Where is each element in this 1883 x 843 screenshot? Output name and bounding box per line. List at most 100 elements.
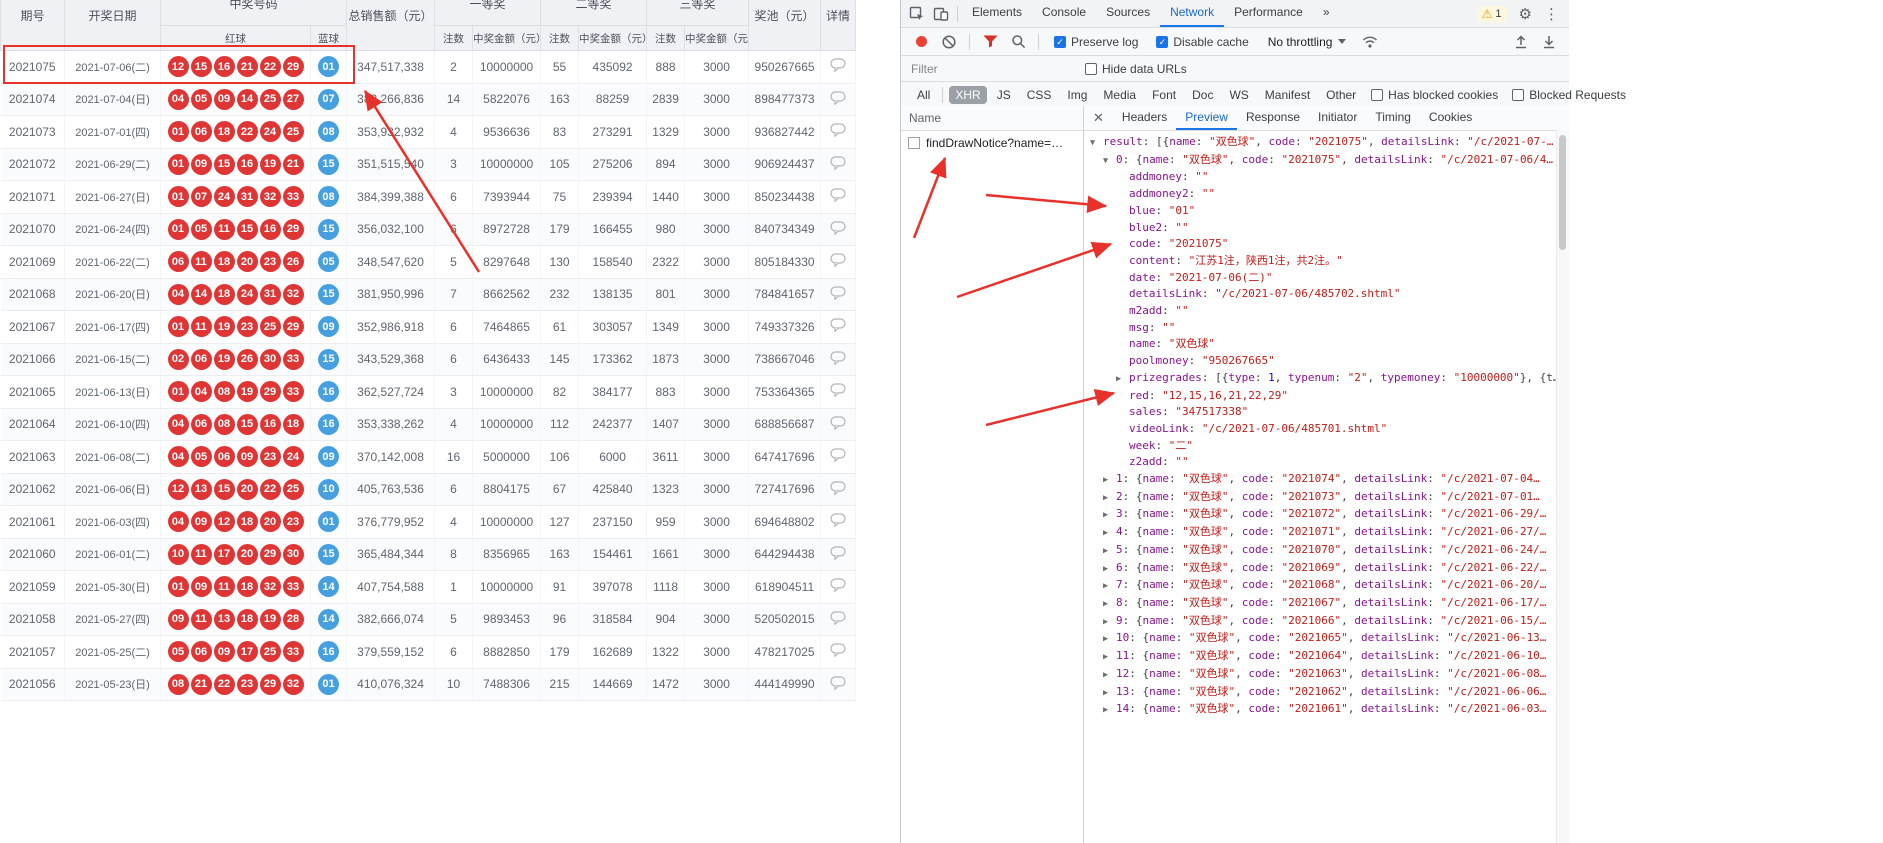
json-tree-line[interactable]: ▶ 8: {name: "双色球", code: "2021067", detai… <box>1084 595 1557 613</box>
triangle-collapsed-icon[interactable]: ▶ <box>1103 667 1116 684</box>
triangle-collapsed-icon[interactable]: ▶ <box>1103 702 1116 719</box>
detail-bubble-icon[interactable] <box>829 481 847 496</box>
type-pill-manifest[interactable]: Manifest <box>1259 86 1316 104</box>
type-pill-other[interactable]: Other <box>1320 86 1362 104</box>
detail-tab-cookies[interactable]: Cookies <box>1420 106 1481 130</box>
detail-bubble-icon[interactable] <box>829 221 847 236</box>
triangle-collapsed-icon[interactable]: ▶ <box>1103 685 1116 702</box>
triangle-collapsed-icon[interactable]: ▶ <box>1103 578 1116 595</box>
json-tree-line[interactable]: ▶ 13: {name: "双色球", code: "2021062", deta… <box>1084 684 1557 702</box>
json-tree-line[interactable]: addmoney2: "" <box>1084 186 1557 203</box>
json-tree-line[interactable]: msg: "" <box>1084 320 1557 337</box>
filter-input[interactable] <box>909 60 1078 77</box>
json-tree-line[interactable]: blue: "01" <box>1084 203 1557 220</box>
detail-bubble-icon[interactable] <box>829 383 847 398</box>
type-pill-js[interactable]: JS <box>991 86 1017 104</box>
filter-funnel-icon[interactable] <box>978 31 1002 53</box>
detail-bubble-icon[interactable] <box>829 156 847 171</box>
type-pill-font[interactable]: Font <box>1146 86 1182 104</box>
json-tree-line[interactable]: videoLink: "/c/2021-07-06/485701.shtml" <box>1084 421 1557 438</box>
triangle-collapsed-icon[interactable]: ▶ <box>1103 490 1116 507</box>
search-icon[interactable] <box>1006 31 1030 53</box>
json-tree-line[interactable]: code: "2021075" <box>1084 236 1557 253</box>
json-tree-line[interactable]: ▶ 7: {name: "双色球", code: "2021068", detai… <box>1084 577 1557 595</box>
detail-bubble-icon[interactable] <box>829 513 847 528</box>
blocked-cookies-checkbox[interactable]: ✓ Has blocked cookies <box>1371 88 1498 102</box>
json-tree-line[interactable]: poolmoney: "950267665" <box>1084 353 1557 370</box>
detail-tab-preview[interactable]: Preview <box>1176 106 1237 130</box>
detail-bubble-icon[interactable] <box>829 546 847 561</box>
close-icon[interactable]: ✕ <box>1084 110 1113 126</box>
json-tree-line[interactable]: z2add: "" <box>1084 454 1557 471</box>
json-tree-line[interactable]: sales: "347517338" <box>1084 404 1557 421</box>
json-tree-line[interactable]: ▶ 3: {name: "双色球", code: "2021072", detai… <box>1084 506 1557 524</box>
throttling-select[interactable]: No throttling <box>1268 35 1347 49</box>
json-tree-line[interactable]: ▶ 1: {name: "双色球", code: "2021074", detai… <box>1084 471 1557 489</box>
detail-bubble-icon[interactable] <box>829 253 847 268</box>
blocked-requests-checkbox[interactable]: ✓ Blocked Requests <box>1512 88 1626 102</box>
json-tree-line[interactable]: addmoney: "" <box>1084 169 1557 186</box>
scrollbar-thumb[interactable] <box>1559 135 1566 250</box>
json-tree-line[interactable]: blue2: "" <box>1084 220 1557 237</box>
preserve-log-checkbox[interactable]: ✓ Preserve log <box>1054 35 1138 49</box>
tab-sources[interactable]: Sources <box>1096 0 1160 27</box>
detail-bubble-icon[interactable] <box>829 611 847 626</box>
json-tree-line[interactable]: ▼ 0: {name: "双色球", code: "2021075", detai… <box>1084 152 1557 170</box>
tab-elements[interactable]: Elements <box>962 0 1032 27</box>
json-tree-line[interactable]: ▶ 4: {name: "双色球", code: "2021071", detai… <box>1084 524 1557 542</box>
json-tree-line[interactable]: m2add: "" <box>1084 303 1557 320</box>
detail-bubble-icon[interactable] <box>829 286 847 301</box>
triangle-collapsed-icon[interactable]: ▶ <box>1116 371 1129 388</box>
json-tree-line[interactable]: ▶ 5: {name: "双色球", code: "2021070", detai… <box>1084 542 1557 560</box>
json-tree-line[interactable]: content: "江苏1注，陕西1注，共2注。" <box>1084 253 1557 270</box>
triangle-collapsed-icon[interactable]: ▶ <box>1103 631 1116 648</box>
detail-bubble-icon[interactable] <box>829 676 847 691</box>
settings-gear-icon[interactable]: ⚙ <box>1519 5 1532 23</box>
detail-bubble-icon[interactable] <box>829 578 847 593</box>
clear-network-log-button[interactable] <box>937 31 961 53</box>
export-har-icon[interactable] <box>1537 31 1561 53</box>
disable-cache-checkbox[interactable]: ✓ Disable cache <box>1156 35 1249 49</box>
type-pill-all[interactable]: All <box>911 86 936 104</box>
triangle-collapsed-icon[interactable]: ▶ <box>1103 507 1116 524</box>
issues-warning-badge[interactable]: ⚠ 1 <box>1476 5 1507 22</box>
record-network-log-button[interactable] <box>909 31 933 53</box>
name-column-header[interactable]: Name <box>901 106 1083 131</box>
detail-bubble-icon[interactable] <box>829 123 847 138</box>
type-pill-css[interactable]: CSS <box>1021 86 1058 104</box>
json-tree-line[interactable]: week: "二" <box>1084 438 1557 455</box>
import-har-icon[interactable] <box>1509 31 1533 53</box>
type-pill-ws[interactable]: WS <box>1223 86 1254 104</box>
detail-tab-response[interactable]: Response <box>1237 106 1309 130</box>
detail-tab-headers[interactable]: Headers <box>1113 106 1176 130</box>
triangle-expanded-icon[interactable]: ▼ <box>1103 153 1116 170</box>
detail-bubble-icon[interactable] <box>829 188 847 203</box>
detail-tab-initiator[interactable]: Initiator <box>1309 106 1366 130</box>
json-tree-line[interactable]: ▶ 11: {name: "双色球", code: "2021064", deta… <box>1084 648 1557 666</box>
json-tree-line[interactable]: ▶ 10: {name: "双色球", code: "2021065", deta… <box>1084 630 1557 648</box>
json-tree-line[interactable]: ▶ prizegrades: [{type: 1, typenum: "2", t… <box>1084 370 1557 388</box>
tab-console[interactable]: Console <box>1032 0 1096 27</box>
json-tree-line[interactable]: detailsLink: "/c/2021-07-06/485702.shtml… <box>1084 286 1557 303</box>
json-tree-line[interactable]: name: "双色球" <box>1084 336 1557 353</box>
detail-bubble-icon[interactable] <box>829 448 847 463</box>
triangle-collapsed-icon[interactable]: ▶ <box>1103 561 1116 578</box>
hide-data-urls-checkbox[interactable]: ✓ Hide data URLs <box>1085 62 1187 76</box>
type-pill-xhr[interactable]: XHR <box>949 86 987 104</box>
json-tree-line[interactable]: ▶ 12: {name: "双色球", code: "2021063", deta… <box>1084 666 1557 684</box>
triangle-collapsed-icon[interactable]: ▶ <box>1103 596 1116 613</box>
inspect-element-icon[interactable] <box>905 3 929 25</box>
detail-bubble-icon[interactable] <box>829 91 847 106</box>
triangle-collapsed-icon[interactable]: ▶ <box>1103 472 1116 489</box>
type-pill-media[interactable]: Media <box>1097 86 1142 104</box>
triangle-collapsed-icon[interactable]: ▶ <box>1103 614 1116 631</box>
detail-bubble-icon[interactable] <box>829 643 847 658</box>
device-toolbar-icon[interactable] <box>929 3 953 25</box>
json-tree-line[interactable]: red: "12,15,16,21,22,29" <box>1084 388 1557 405</box>
json-tree-line[interactable]: ▶ 6: {name: "双色球", code: "2021069", detai… <box>1084 560 1557 578</box>
json-tree-line[interactable]: ▼ result: [{name: "双色球", code: "2021075",… <box>1084 134 1557 152</box>
triangle-collapsed-icon[interactable]: ▶ <box>1103 525 1116 542</box>
detail-bubble-icon[interactable] <box>829 351 847 366</box>
triangle-expanded-icon[interactable]: ▼ <box>1090 135 1103 152</box>
detail-bubble-icon[interactable] <box>829 58 847 73</box>
